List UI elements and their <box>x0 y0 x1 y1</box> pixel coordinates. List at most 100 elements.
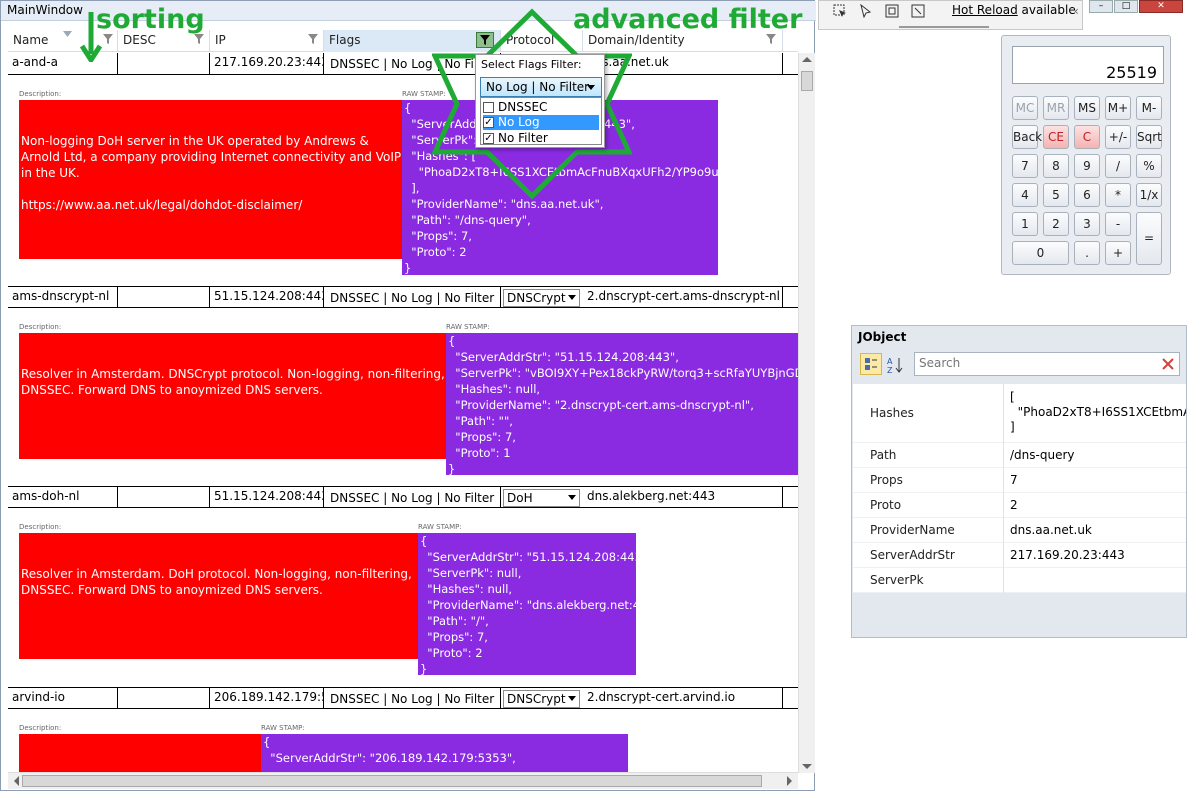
table-row[interactable]: a-and-a 217.169.20.23:443 DNSSEC | No Lo… <box>8 53 798 75</box>
filter-icon[interactable] <box>194 34 204 44</box>
maximize-button[interactable]: □ <box>1114 0 1138 13</box>
calc-button-ce[interactable]: CE <box>1043 125 1069 149</box>
calc-button-5[interactable]: 5 <box>1043 183 1069 207</box>
property-name: Proto <box>870 498 902 512</box>
description-panel <box>19 734 261 772</box>
scroll-down-icon[interactable] <box>802 764 812 769</box>
option-no-filter[interactable]: ✓ No Filter <box>483 131 599 145</box>
calc-button-decimal[interactable]: . <box>1074 241 1100 265</box>
calc-button-3[interactable]: 3 <box>1074 212 1100 236</box>
protocol-select[interactable]: DoH <box>503 489 580 507</box>
cell-flags[interactable]: DNSSEC | No Log | No Filter <box>324 487 501 508</box>
scroll-left-icon[interactable] <box>14 776 19 786</box>
calc-button-subtract[interactable]: - <box>1105 212 1131 236</box>
property-search-field[interactable] <box>914 352 1180 376</box>
table-row[interactable]: ams-doh-nl 51.15.124.208:443 DNSSEC | No… <box>8 486 798 508</box>
chevron-down-icon <box>568 696 576 701</box>
property-value[interactable]: 7 <box>1003 468 1186 493</box>
calc-button-reciprocal[interactable]: 1/x <box>1136 183 1162 207</box>
property-value[interactable]: 217.169.20.23:443 <box>1003 543 1186 568</box>
calc-button-negate[interactable]: +/- <box>1105 125 1131 149</box>
property-value[interactable]: 2 <box>1003 493 1186 518</box>
filter-icon[interactable] <box>766 34 776 44</box>
search-input[interactable] <box>915 353 1145 373</box>
filter-icon[interactable] <box>308 34 318 44</box>
minimize-button[interactable]: – <box>1089 0 1113 13</box>
calc-button-mc[interactable]: MC <box>1012 96 1038 120</box>
calc-button-percent[interactable]: % <box>1136 154 1162 178</box>
calc-button-8[interactable]: 8 <box>1043 154 1069 178</box>
checkbox-checked-icon[interactable]: ✓ <box>483 133 494 144</box>
categorized-view-button[interactable] <box>860 353 882 375</box>
property-value[interactable]: dns.aa.net.uk <box>1003 518 1186 543</box>
scroll-up-icon[interactable] <box>802 57 812 62</box>
scroll-thumb[interactable] <box>22 775 762 787</box>
property-name: ServerAddrStr <box>870 548 955 562</box>
calc-button-1[interactable]: 1 <box>1012 212 1038 236</box>
description-panel: Non-logging DoH server in the UK operate… <box>19 100 402 259</box>
calc-button-mminus[interactable]: M- <box>1136 96 1162 120</box>
drag-handle[interactable] <box>899 26 989 28</box>
vertical-scrollbar[interactable] <box>798 53 815 773</box>
track-focus-icon[interactable] <box>911 4 925 18</box>
select-element-icon[interactable] <box>833 4 847 18</box>
sort-alphabetical-icon[interactable]: AZ <box>886 356 904 374</box>
checkbox-checked-icon[interactable]: ✓ <box>483 117 494 128</box>
option-dnssec[interactable]: DNSSEC <box>483 100 599 114</box>
calc-button-ms[interactable]: MS <box>1074 96 1100 120</box>
table-row[interactable]: arvind-io 206.189.142.179:535 DNSSEC | N… <box>8 687 798 709</box>
calc-button-7[interactable]: 7 <box>1012 154 1038 178</box>
calc-button-sqrt[interactable]: Sqrt <box>1136 125 1162 149</box>
property-grid-title: JObject <box>858 330 907 344</box>
clear-search-icon[interactable] <box>1161 357 1175 371</box>
property-row-path[interactable]: Path /dns-query <box>853 443 1186 468</box>
calc-button-add[interactable]: + <box>1105 241 1131 265</box>
property-value[interactable] <box>1003 568 1186 593</box>
calc-button-0[interactable]: 0 <box>1012 241 1069 265</box>
protocol-select[interactable]: DNSCrypt <box>503 289 580 307</box>
checkbox-icon[interactable] <box>483 102 494 113</box>
calc-button-9[interactable]: 9 <box>1074 154 1100 178</box>
property-row-serverpk[interactable]: ServerPk <box>853 568 1186 593</box>
property-row-props[interactable]: Props 7 <box>853 468 1186 493</box>
property-row-providername[interactable]: ProviderName dns.aa.net.uk <box>853 518 1186 543</box>
protocol-select[interactable]: DNSCrypt <box>503 690 580 708</box>
selected-value: No Log | No Filter <box>486 80 590 94</box>
scroll-right-icon[interactable] <box>787 776 792 786</box>
column-header-ip[interactable]: IP <box>210 30 324 52</box>
property-name: Path <box>870 448 897 462</box>
property-name: Props <box>870 473 903 487</box>
calc-button-equals[interactable]: = <box>1136 212 1162 265</box>
collapse-toolbar-icon[interactable]: ‹ <box>1074 4 1079 18</box>
cursor-icon[interactable] <box>859 4 873 18</box>
calc-button-4[interactable]: 4 <box>1012 183 1038 207</box>
cell-domain: dns.alekberg.net:443 <box>583 487 783 508</box>
hot-reload-link[interactable]: Hot Reload <box>952 3 1018 17</box>
layout-adorner-icon[interactable] <box>885 4 899 18</box>
calc-button-mr[interactable]: MR <box>1043 96 1069 120</box>
flags-filter-select[interactable]: No Log | No Filter <box>480 77 602 97</box>
property-value[interactable]: [ "PhoaD2xT8+I6SS1XCEtbmAcFn ] <box>1003 384 1186 443</box>
option-no-log[interactable]: ✓ No Log <box>483 115 599 130</box>
calc-button-mplus[interactable]: M+ <box>1105 96 1131 120</box>
close-button[interactable]: ✕ <box>1139 0 1183 13</box>
calc-button-6[interactable]: 6 <box>1074 183 1100 207</box>
calc-button-c[interactable]: C <box>1074 125 1100 149</box>
property-value[interactable]: /dns-query <box>1003 443 1186 468</box>
property-row-proto[interactable]: Proto 2 <box>853 493 1186 518</box>
horizontal-scrollbar[interactable] <box>8 772 798 789</box>
calc-button-back[interactable]: Back <box>1012 125 1042 149</box>
cell-flags[interactable]: DNSSEC | No Log | No Filter <box>324 688 501 709</box>
cell-name: ams-dnscrypt-nl <box>8 287 118 308</box>
main-window: MainWindow Name DESC IP Flags Protocol D… <box>0 0 816 791</box>
table-row[interactable]: ams-dnscrypt-nl 51.15.124.208:443 DNSSEC… <box>8 286 798 308</box>
property-row-serveraddrstr[interactable]: ServerAddrStr 217.169.20.23:443 <box>853 543 1186 568</box>
filter-icon[interactable] <box>103 34 113 44</box>
calc-button-divide[interactable]: / <box>1105 154 1131 178</box>
calc-button-multiply[interactable]: * <box>1105 183 1131 207</box>
cell-flags[interactable]: DNSSEC | No Log | No Filter <box>324 287 501 308</box>
property-row-hashes[interactable]: Hashes [ "PhoaD2xT8+I6SS1XCEtbmAcFn ] <box>853 384 1186 443</box>
cell-domain: 2.dnscrypt-cert.arvind.io <box>583 688 783 709</box>
scroll-thumb[interactable] <box>801 71 813 91</box>
calc-button-2[interactable]: 2 <box>1043 212 1069 236</box>
